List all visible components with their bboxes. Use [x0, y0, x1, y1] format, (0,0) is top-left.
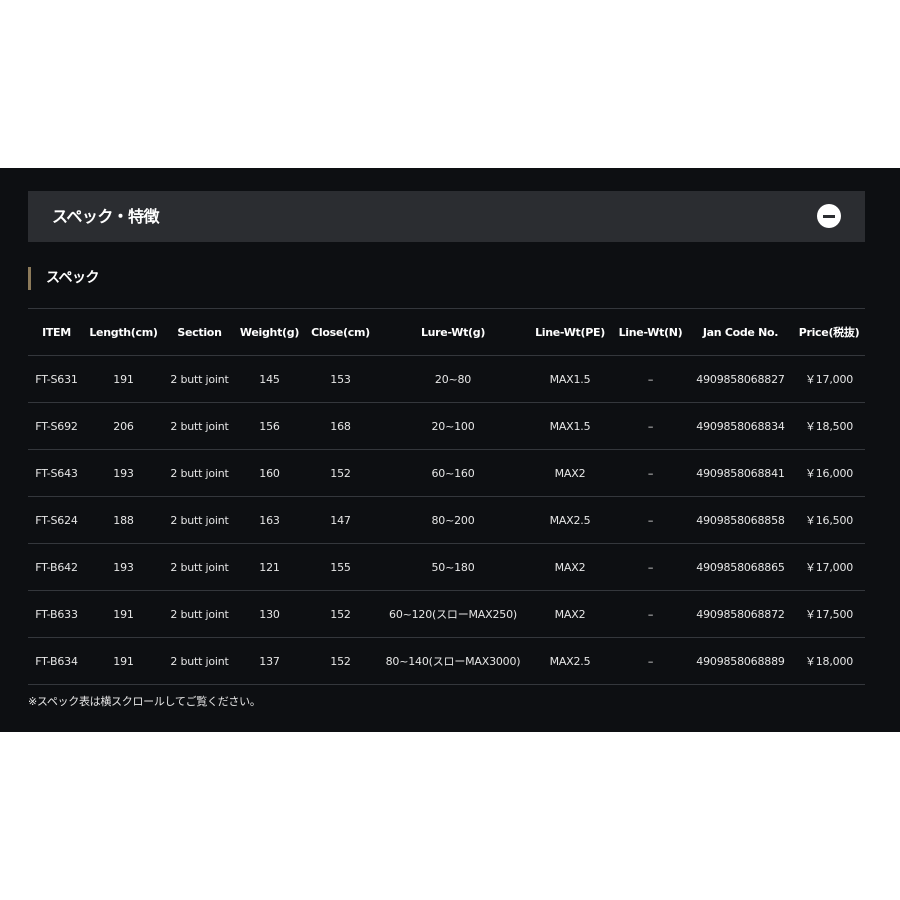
cell-line-wt-pe: MAX2	[554, 466, 586, 480]
table-row: FT-B634 191 2 butt joint 137 152 80~140(スローMA…	[28, 638, 865, 685]
table-row: FT-S624 188 2 butt joint 163 147 80~200 MAX2.5…	[28, 497, 865, 544]
cell-price: ￥17,000	[804, 561, 854, 574]
cell-weight: 137	[259, 654, 280, 668]
cell-line-wt-n: –	[647, 607, 654, 621]
cell-line-wt-pe: MAX2	[554, 607, 586, 621]
cell-close: 153	[330, 372, 351, 386]
cell-weight: 121	[259, 560, 280, 574]
cell-lure-wt: 20~100	[431, 419, 475, 433]
cell-length: 188	[113, 513, 134, 527]
spec-panel: スペック・特徴 スペック ITEM Length(cm) Section Wei…	[0, 168, 900, 732]
cell-length: 193	[113, 560, 134, 574]
cell-item: FT-S643	[35, 466, 78, 480]
cell-price: ￥18,500	[804, 420, 854, 433]
cell-item: FT-B633	[35, 607, 78, 621]
cell-section: 2 butt joint	[170, 560, 229, 574]
cell-lure-wt: 80~140(スローMAX3000)	[385, 655, 521, 668]
cell-weight: 163	[259, 513, 280, 527]
cell-lure-wt: 20~80	[434, 372, 472, 386]
cell-line-wt-pe: MAX2	[554, 560, 586, 574]
table-row: FT-B642 193 2 butt joint 121 155 50~180 MAX2 – 4…	[28, 544, 865, 591]
cell-price: ￥16,000	[804, 467, 854, 480]
spec-table-body: FT-S631 191 2 butt joint 145 153 20~80 MAX1.5 –…	[28, 356, 865, 685]
accordion-title: スペック・特徴	[52, 207, 160, 226]
cell-item: FT-B642	[35, 560, 78, 574]
cell-jan-code: 4909858068834	[696, 419, 785, 433]
cell-item: FT-B634	[35, 654, 78, 668]
cell-lure-wt: 60~160	[431, 466, 475, 480]
column-header-item: ITEM	[42, 325, 71, 339]
cell-length: 191	[113, 654, 134, 668]
column-header-line-wt-pe: Line-Wt(PE)	[535, 325, 605, 339]
cell-item: FT-S631	[35, 372, 78, 386]
cell-length: 191	[113, 607, 134, 621]
column-header-jan-code: Jan Code No.	[702, 325, 779, 339]
spec-accordion-header[interactable]: スペック・特徴	[28, 191, 865, 242]
table-row: FT-S631 191 2 butt joint 145 153 20~80 MAX1.5 –…	[28, 356, 865, 403]
cell-jan-code: 4909858068841	[696, 466, 785, 480]
column-header-line-wt-n: Line-Wt(N)	[618, 325, 683, 339]
cell-weight: 156	[259, 419, 280, 433]
cell-line-wt-n: –	[647, 513, 654, 527]
cell-price: ￥17,000	[804, 373, 854, 386]
cell-line-wt-n: –	[647, 466, 654, 480]
cell-section: 2 butt joint	[170, 419, 229, 433]
cell-price: ￥16,500	[804, 514, 854, 527]
cell-close: 152	[330, 607, 351, 621]
cell-jan-code: 4909858068872	[696, 607, 785, 621]
column-header-close: Close(cm)	[311, 325, 370, 339]
cell-line-wt-pe: MAX2.5	[549, 513, 591, 527]
column-header-length: Length(cm)	[89, 325, 158, 339]
section-accent-bar	[28, 267, 31, 290]
cell-close: 168	[330, 419, 351, 433]
table-row: FT-S692 206 2 butt joint 156 168 20~100 MAX1.5…	[28, 403, 865, 450]
cell-jan-code: 4909858068858	[696, 513, 785, 527]
cell-section: 2 butt joint	[170, 513, 229, 527]
section-heading: スペック	[46, 270, 100, 286]
cell-line-wt-n: –	[647, 372, 654, 386]
column-header-price: Price(税抜)	[798, 326, 860, 339]
cell-length: 206	[113, 419, 134, 433]
cell-close: 152	[330, 654, 351, 668]
cell-close: 155	[330, 560, 351, 574]
cell-line-wt-pe: MAX2.5	[549, 654, 591, 668]
table-row: FT-B633 191 2 butt joint 130 152 60~120(スローMA…	[28, 591, 865, 638]
cell-weight: 160	[259, 466, 280, 480]
cell-line-wt-pe: MAX1.5	[549, 419, 591, 433]
cell-line-wt-pe: MAX1.5	[549, 372, 591, 386]
cell-close: 147	[330, 513, 351, 527]
cell-price: ￥18,000	[804, 655, 854, 668]
cell-item: FT-S624	[35, 513, 78, 527]
cell-lure-wt: 80~200	[431, 513, 475, 527]
cell-item: FT-S692	[35, 419, 78, 433]
column-header-section: Section	[177, 325, 222, 339]
spec-table: ITEM Length(cm) Section Weight(g) Close(…	[28, 308, 865, 685]
cell-section: 2 butt joint	[170, 654, 229, 668]
cell-jan-code: 4909858068865	[696, 560, 785, 574]
cell-line-wt-n: –	[647, 560, 654, 574]
cell-lure-wt: 50~180	[431, 560, 475, 574]
cell-section: 2 butt joint	[170, 607, 229, 621]
cell-close: 152	[330, 466, 351, 480]
cell-section: 2 butt joint	[170, 372, 229, 386]
table-header-row: ITEM Length(cm) Section Weight(g) Close(…	[28, 308, 865, 356]
column-header-lure-wt: Lure-Wt(g)	[420, 325, 486, 339]
cell-weight: 130	[259, 607, 280, 621]
cell-section: 2 butt joint	[170, 466, 229, 480]
table-row: FT-S643 193 2 butt joint 160 152 60~160 MAX2 – 4…	[28, 450, 865, 497]
scroll-note: ※スペック表は横スクロールしてご覧ください。	[28, 695, 261, 708]
cell-price: ￥17,500	[804, 608, 854, 621]
cell-lure-wt: 60~120(スローMAX250)	[389, 608, 517, 621]
column-header-weight: Weight(g)	[239, 325, 300, 339]
cell-line-wt-n: –	[647, 654, 654, 668]
cell-jan-code: 4909858068889	[696, 654, 785, 668]
cell-length: 193	[113, 466, 134, 480]
cell-length: 191	[113, 372, 134, 386]
cell-weight: 145	[259, 372, 280, 386]
cell-jan-code: 4909858068827	[696, 372, 785, 386]
minus-circle-icon[interactable]	[817, 204, 841, 228]
cell-line-wt-n: –	[647, 419, 654, 433]
